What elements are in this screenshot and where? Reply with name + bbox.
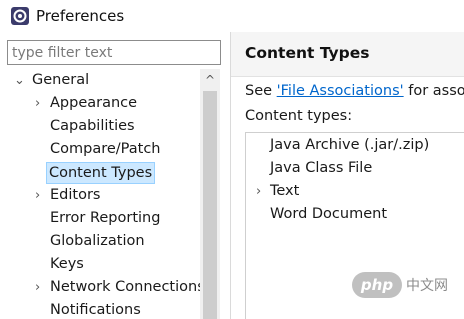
filter-input[interactable] (7, 40, 221, 65)
chevron-right-icon[interactable]: › (256, 180, 261, 203)
chevron-right-icon[interactable]: › (35, 92, 40, 115)
content-type-item[interactable]: Java Archive (.jar/.zip) (270, 134, 429, 157)
tree-item-appearance[interactable]: Appearance (50, 92, 137, 115)
tree-item-content-types[interactable]: Content Types (46, 162, 156, 184)
content-type-item[interactable]: Word Document (270, 203, 387, 226)
file-associations-note: See 'File Associations' for associ (245, 83, 464, 99)
tree-item-compare-patch[interactable]: Compare/Patch (50, 138, 161, 161)
tree-scrollbar[interactable]: ^ (200, 69, 220, 319)
chevron-down-icon[interactable]: ⌄ (14, 69, 25, 92)
page-header: Content Types (231, 32, 464, 77)
tree-item-general[interactable]: General (32, 69, 89, 92)
watermark: php 中文网 (352, 272, 458, 300)
content-type-item[interactable]: Text (270, 180, 299, 203)
title-bar: Preferences (0, 0, 464, 32)
preference-tree: ⌄ General › Appearance Capabilities Comp… (0, 69, 222, 319)
content-type-item[interactable]: Java Class File (270, 157, 372, 180)
watermark-text: 中文网 (406, 278, 448, 294)
see-prefix: See (245, 83, 277, 99)
tree-item-editors[interactable]: Editors (50, 184, 100, 207)
tree-item-globalization[interactable]: Globalization (50, 230, 145, 253)
tree-item-notifications[interactable]: Notifications (50, 299, 141, 319)
chevron-right-icon[interactable]: › (35, 276, 40, 299)
file-associations-link[interactable]: 'File Associations' (277, 83, 404, 99)
content-types-label: Content types: (245, 108, 353, 124)
tree-item-error-reporting[interactable]: Error Reporting (50, 207, 160, 230)
tree-item-network-connections[interactable]: Network Connections (50, 276, 205, 299)
scroll-up-icon[interactable]: ^ (200, 69, 220, 89)
php-logo: php (352, 272, 402, 298)
chevron-right-icon[interactable]: › (35, 184, 40, 207)
tree-item-keys[interactable]: Keys (50, 253, 84, 276)
scroll-thumb[interactable] (203, 91, 217, 319)
window-title: Preferences (36, 7, 125, 25)
tree-item-capabilities[interactable]: Capabilities (50, 115, 135, 138)
page-title: Content Types (245, 44, 370, 62)
see-suffix: for associ (408, 83, 464, 99)
eclipse-app-icon (11, 7, 29, 25)
